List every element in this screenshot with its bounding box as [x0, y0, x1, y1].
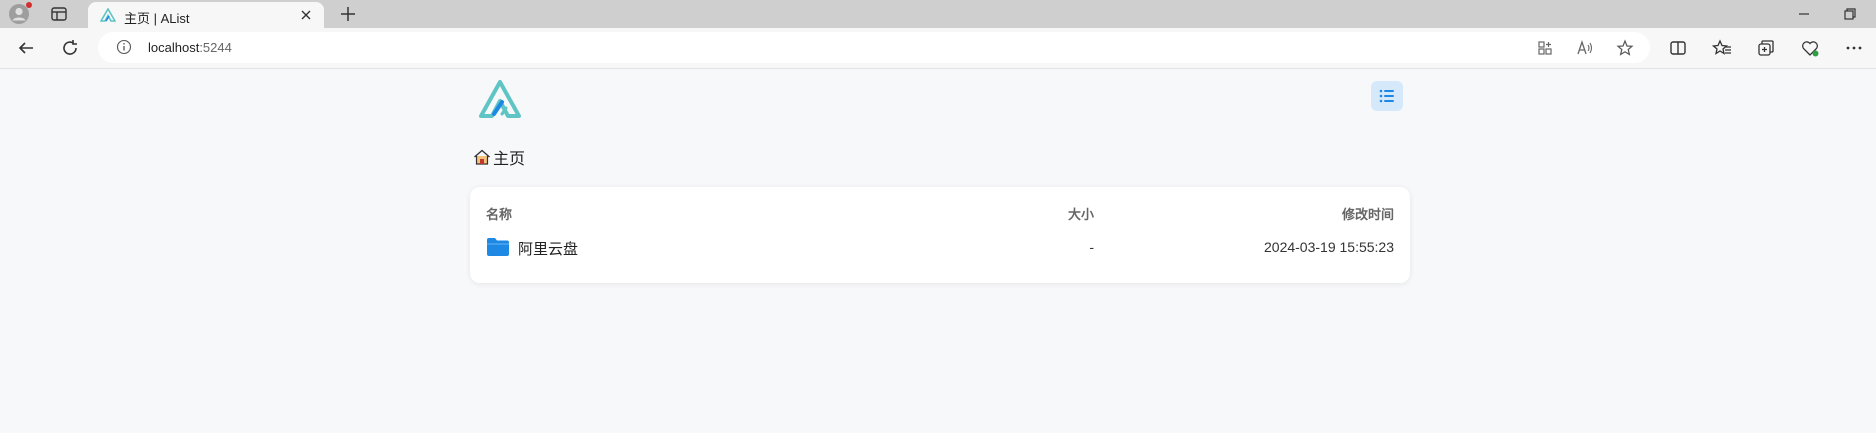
list-icon — [1379, 89, 1394, 103]
new-tab-icon[interactable] — [338, 4, 358, 24]
browser-tab-active[interactable]: 主页 | AList — [88, 2, 324, 28]
file-modified: 2024-03-19 15:55:23 — [1264, 239, 1394, 255]
column-header-name[interactable]: 名称 — [486, 204, 512, 223]
site-info-icon[interactable] — [116, 39, 132, 55]
url-host: localhost — [148, 40, 200, 55]
column-header-modified[interactable]: 修改时间 — [1342, 204, 1394, 223]
browser-tab-strip: 主页 | AList — [0, 0, 1876, 28]
browser-essentials-icon[interactable] — [1800, 38, 1820, 58]
refresh-icon[interactable] — [60, 38, 80, 58]
file-size: - — [1089, 239, 1094, 255]
tab-title: 主页 | AList — [124, 11, 190, 26]
address-bar[interactable]: localhost:5244 — [98, 32, 1650, 63]
minimize-window-icon[interactable] — [1796, 6, 1812, 22]
collections-icon[interactable] — [1756, 38, 1776, 58]
breadcrumb-home-link[interactable]: 主页 — [493, 145, 525, 169]
folder-icon — [487, 238, 509, 256]
favorite-star-icon[interactable] — [1616, 39, 1634, 57]
column-header-size[interactable]: 大小 — [1068, 204, 1094, 223]
layout-toggle-button[interactable] — [1371, 81, 1403, 111]
close-tab-icon[interactable] — [298, 7, 314, 23]
tab-actions-icon[interactable] — [50, 5, 68, 23]
breadcrumb: 主页 — [473, 146, 525, 168]
restore-window-icon[interactable] — [1842, 6, 1858, 22]
home-icon — [474, 149, 490, 165]
url-port: :5244 — [199, 40, 232, 55]
split-screen-icon[interactable] — [1668, 38, 1688, 58]
alist-logo-icon — [99, 7, 117, 22]
list-item[interactable]: 阿里云盘 - 2024-03-19 15:55:23 — [470, 231, 1410, 271]
back-icon[interactable] — [16, 38, 36, 58]
alist-logo-icon[interactable] — [478, 79, 522, 119]
page-content: 主页 名称 大小 修改时间 阿里云盘 - 2024-03-19 15:55:23 — [2, 69, 1874, 433]
more-options-icon[interactable] — [1844, 38, 1864, 58]
read-aloud-icon[interactable] — [1576, 39, 1594, 57]
app-available-icon[interactable] — [1536, 39, 1554, 57]
file-list: 名称 大小 修改时间 阿里云盘 - 2024-03-19 15:55:23 — [470, 187, 1410, 283]
file-name[interactable]: 阿里云盘 — [518, 238, 578, 259]
favorites-icon[interactable] — [1711, 38, 1732, 58]
browser-toolbar: localhost:5244 — [0, 28, 1876, 69]
address-url: localhost:5244 — [148, 40, 232, 55]
profile-avatar-icon[interactable] — [8, 2, 32, 25]
